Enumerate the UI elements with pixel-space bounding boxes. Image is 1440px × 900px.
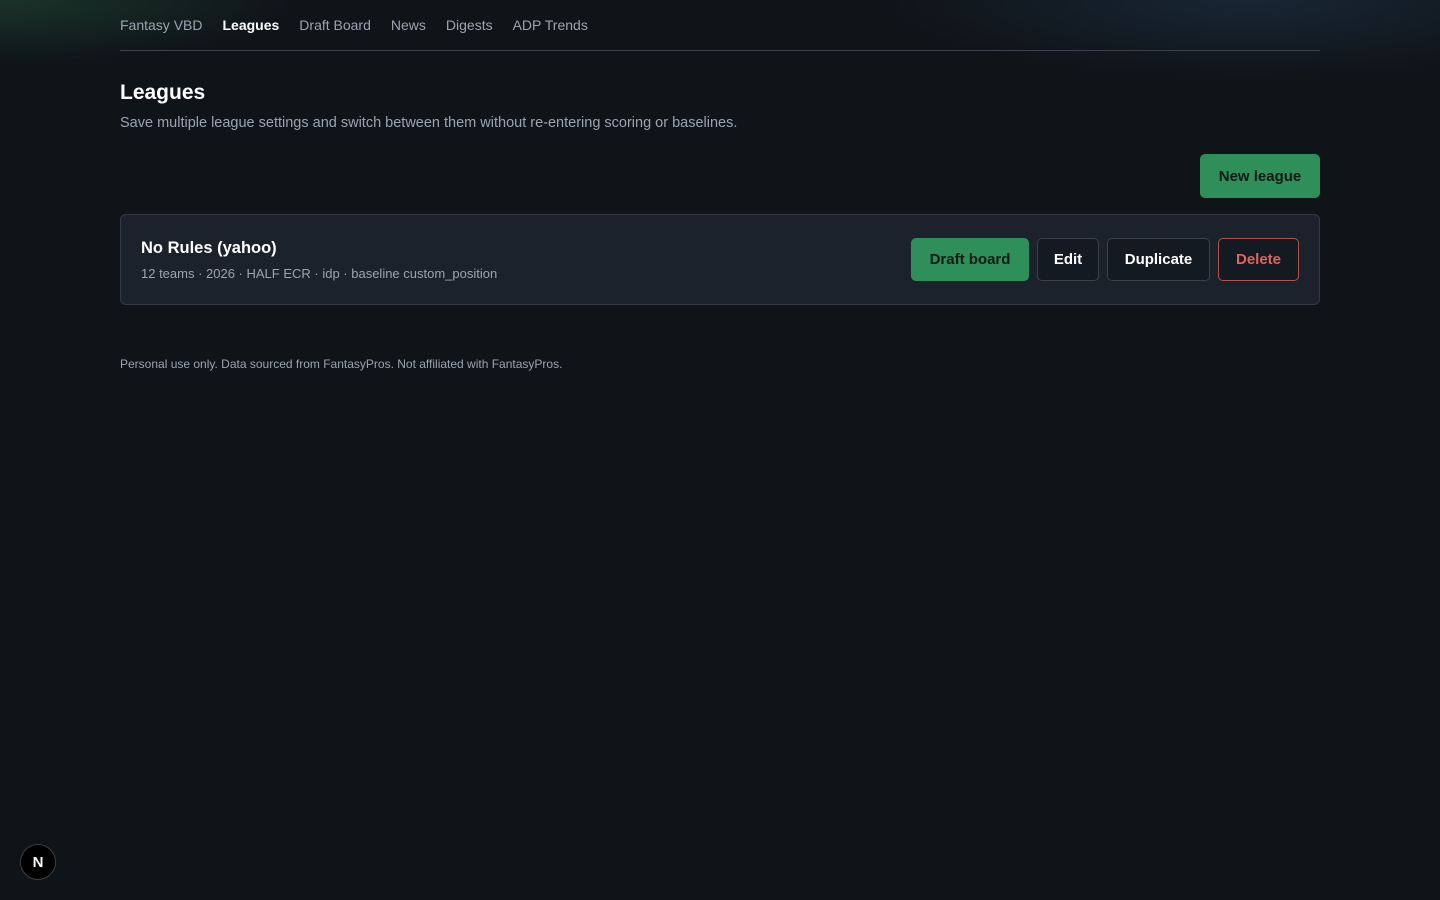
league-info: No Rules (yahoo) 12 teams · 2026 · HALF …	[141, 238, 497, 282]
nav-item-draft-board[interactable]: Draft Board	[299, 17, 371, 33]
footer-note: Personal use only. Data sourced from Fan…	[120, 357, 563, 371]
delete-button[interactable]: Delete	[1218, 238, 1299, 281]
nav-item-leagues[interactable]: Leagues	[222, 17, 279, 33]
nav-item-news[interactable]: News	[391, 17, 426, 33]
duplicate-button[interactable]: Duplicate	[1107, 238, 1210, 281]
top-nav: Fantasy VBD Leagues Draft Board News Dig…	[120, 0, 1320, 51]
nav-item-fantasy-vbd[interactable]: Fantasy VBD	[120, 17, 202, 33]
league-meta: 12 teams · 2026 · HALF ECR · idp · basel…	[141, 265, 498, 281]
nextjs-icon[interactable]: N	[20, 844, 56, 880]
league-actions: Draft board Edit Duplicate Delete	[911, 238, 1299, 281]
page-title: Leagues	[120, 81, 206, 104]
league-name: No Rules (yahoo)	[141, 238, 277, 257]
league-card: No Rules (yahoo) 12 teams · 2026 · HALF …	[120, 214, 1320, 305]
nav-item-adp-trends[interactable]: ADP Trends	[513, 17, 588, 33]
edit-button[interactable]: Edit	[1037, 238, 1099, 281]
new-league-button[interactable]: New league	[1200, 154, 1320, 198]
page-container: Fantasy VBD Leagues Draft Board News Dig…	[120, 0, 1320, 372]
page-subtitle: Save multiple league settings and switch…	[120, 115, 738, 131]
nav-item-digests[interactable]: Digests	[446, 17, 493, 33]
draft-board-button[interactable]: Draft board	[911, 238, 1029, 281]
page-toolbar: New league	[120, 154, 1320, 198]
